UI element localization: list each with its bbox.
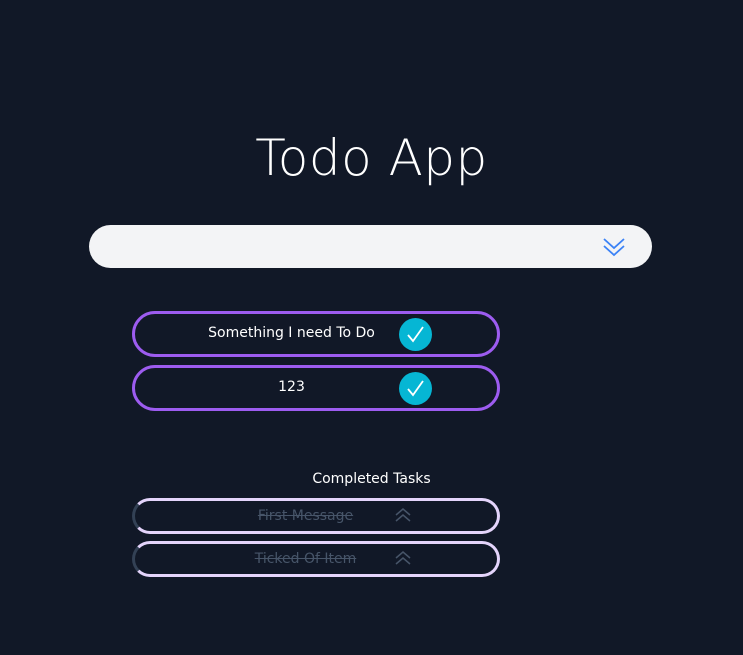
completed-task-label: Ticked Of Item: [254, 551, 357, 567]
page-title: Todo App: [255, 129, 488, 187]
completed-task-label: First Message: [257, 508, 354, 524]
completed-task-item: Ticked Of Item: [132, 541, 500, 577]
task-item: 123: [132, 365, 500, 411]
completed-heading: Completed Tasks: [312, 471, 431, 487]
new-task-bar: [89, 225, 652, 270]
task-item: Something I need To Do: [132, 311, 500, 357]
todo-app: Todo App Something I need To Do 123 Comp…: [0, 0, 743, 655]
check-icon: [407, 380, 424, 397]
completed-task-item: First Message: [132, 498, 500, 534]
complete-task-button[interactable]: [399, 372, 432, 405]
chevrons-down-icon[interactable]: [602, 235, 626, 259]
chevrons-up-icon[interactable]: [393, 506, 413, 526]
check-icon: [407, 326, 424, 343]
complete-task-button[interactable]: [399, 318, 432, 351]
chevrons-up-icon[interactable]: [393, 549, 413, 569]
new-task-input[interactable]: [109, 225, 513, 270]
